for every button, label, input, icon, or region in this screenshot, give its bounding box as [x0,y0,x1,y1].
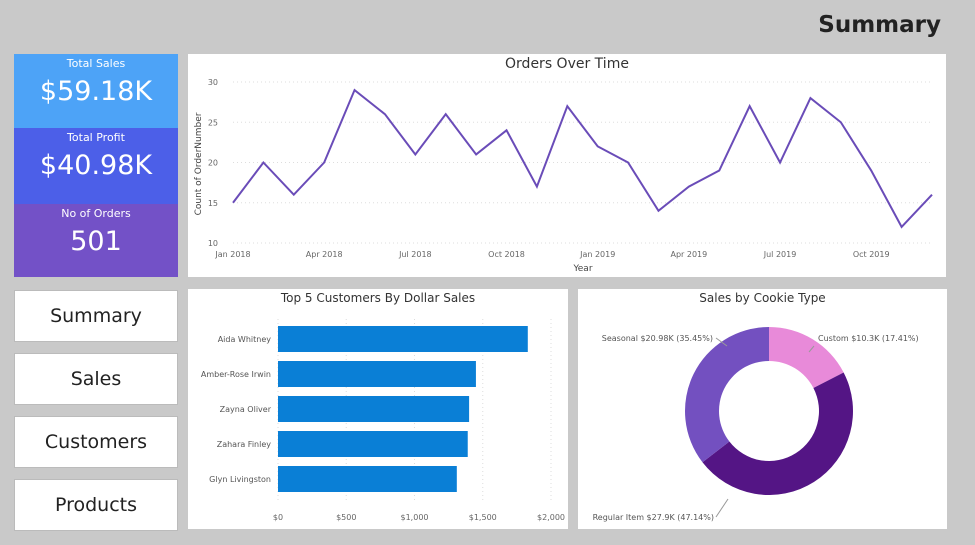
slice-label: Custom $10.3K (17.41%) [818,334,919,343]
y-tick-label: 30 [208,78,218,87]
kpi-value: 501 [70,226,122,257]
kpi-total-sales: Total Sales $59.18K [14,54,178,128]
x-tick-label: Apr 2018 [306,250,343,259]
kpi-value: $40.98K [39,150,153,181]
bar [278,326,528,352]
x-tick-label: Jan 2019 [579,250,615,259]
page-title: Summary [818,12,941,38]
slice-label: Regular Item $27.9K (47.14%) [593,513,714,522]
y-axis-label: Count of OrderNumber [194,112,204,215]
x-tick-label: $2,000 [537,513,565,522]
bar [278,466,457,492]
y-tick-label: 25 [208,118,218,127]
x-tick-label: $1,000 [401,513,429,522]
bar [278,431,468,457]
category-label: Zayna Oliver [220,405,272,414]
category-label: Zahara Finley [217,440,272,449]
nav-sales-button[interactable]: Sales [14,353,178,405]
x-tick-label: Apr 2019 [670,250,707,259]
kpi-label: Total Profit [67,131,125,144]
x-tick-label: Jul 2018 [398,250,432,259]
x-tick-label: Oct 2019 [853,250,890,259]
category-label: Glyn Livingston [209,475,271,484]
nav-customers-button[interactable]: Customers [14,416,178,468]
cookie-type-panel: Sales by Cookie Type Custom $10.3K (17.4… [578,289,947,529]
donut-chart: Custom $10.3K (17.41%) Regular Item $27.9… [593,327,919,522]
orders-over-time-panel: Orders Over Time 10 15 20 25 30 Jan 2018 Apr 2… [188,54,946,277]
kpi-label: No of Orders [61,207,131,220]
donut-slice [702,372,853,496]
bar [278,361,476,387]
kpi-value: $59.18K [39,76,153,107]
line-chart: 10 15 20 25 30 Jan 2018 Apr 2018 Jul 2018 Oct 20… [194,78,933,274]
nav-summary-button[interactable]: Summary [14,290,178,342]
x-tick-label: $0 [273,513,283,522]
kpi-total-profit: Total Profit $40.98K [14,128,178,204]
x-tick-label: Jul 2019 [763,250,797,259]
y-tick-label: 10 [208,239,218,248]
orders-line [232,88,933,229]
bar [278,396,470,422]
slice-label: Seasonal $20.98K (35.45%) [602,334,713,343]
y-tick-label: 15 [208,199,218,208]
donut-slice [685,327,769,463]
top-customers-panel: Top 5 Customers By Dollar Sales $0 $500 $1… [188,289,568,529]
y-tick-label: 20 [208,159,218,168]
kpi-orders: No of Orders 501 [14,204,178,277]
kpi-label: Total Sales [66,57,126,70]
category-label: Aida Whitney [218,335,272,344]
leader-line [715,498,729,518]
x-tick-label: $500 [336,513,356,522]
category-label: Amber-Rose Irwin [201,370,271,379]
bar-chart: $0 $500 $1,000 $1,500 $2,000 Aida Whitney Ambe… [201,319,565,522]
x-tick-label: Oct 2018 [488,250,525,259]
x-tick-label: Jan 2018 [214,250,250,259]
x-tick-label: $1,500 [469,513,497,522]
x-axis-label: Year [572,264,592,274]
nav-products-button[interactable]: Products [14,479,178,531]
